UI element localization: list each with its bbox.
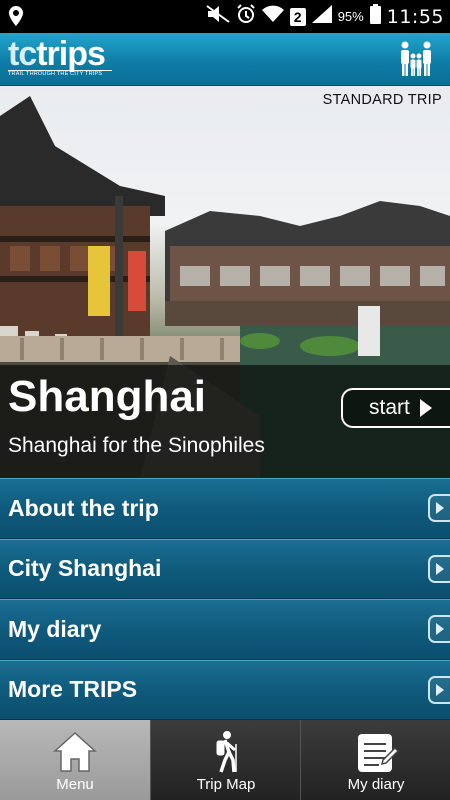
chevron-right-icon <box>428 554 450 583</box>
logo-wordmark: tctrips <box>8 35 106 73</box>
tab-label: Menu <box>56 776 94 793</box>
tab-menu[interactable]: Menu <box>0 720 150 800</box>
chevron-right-icon <box>428 494 450 523</box>
mute-icon <box>206 5 230 28</box>
app-logo[interactable]: tctrips TRAIL THROUGH THE CITY TRIPS <box>8 35 112 79</box>
home-icon <box>52 730 98 774</box>
menu-item-city[interactable]: City Shanghai <box>0 538 450 599</box>
tab-label: My diary <box>347 776 405 793</box>
menu-list: About the trip City Shanghai My diary Mo… <box>0 478 450 720</box>
sim-slot-badge: 2 <box>289 7 306 26</box>
start-button[interactable]: start <box>341 388 450 428</box>
menu-item-label: About the trip <box>8 494 159 521</box>
family-icon[interactable] <box>396 39 436 79</box>
city-title: Shanghai <box>8 372 207 421</box>
menu-item-about-trip[interactable]: About the trip <box>0 478 450 539</box>
battery-percent: 95% <box>337 9 364 24</box>
tab-label: Trip Map <box>196 776 256 793</box>
diary-icon <box>353 730 399 774</box>
battery-icon <box>369 4 381 29</box>
status-bar: 2 95% 11:55 <box>0 0 450 33</box>
menu-item-label: More TRIPS <box>8 676 138 703</box>
bottom-nav: Menu Trip Map My diary <box>0 720 450 800</box>
signal-icon <box>311 5 332 28</box>
tab-my-diary[interactable]: My diary <box>300 720 450 800</box>
menu-item-more-trips[interactable]: More TRIPS <box>0 659 450 720</box>
play-arrow-icon <box>419 399 432 417</box>
wifi-icon <box>261 5 284 28</box>
chevron-right-icon <box>428 615 450 644</box>
logo-tagline: TRAIL THROUGH THE CITY TRIPS <box>8 70 112 78</box>
start-label: start <box>369 396 410 419</box>
menu-item-label: City Shanghai <box>8 555 162 582</box>
app-header: tctrips TRAIL THROUGH THE CITY TRIPS <box>0 33 450 86</box>
menu-item-my-diary[interactable]: My diary <box>0 599 450 660</box>
location-pin-icon <box>8 5 24 32</box>
alarm-icon <box>236 4 256 29</box>
tab-trip-map[interactable]: Trip Map <box>150 720 300 800</box>
clock: 11:55 <box>386 5 444 28</box>
hiker-icon <box>203 730 249 774</box>
trip-type-label: STANDARD TRIP <box>322 92 442 108</box>
trip-subtitle: Shanghai for the Sinophiles <box>8 434 265 457</box>
chevron-right-icon <box>428 675 450 704</box>
menu-item-label: My diary <box>8 615 102 642</box>
